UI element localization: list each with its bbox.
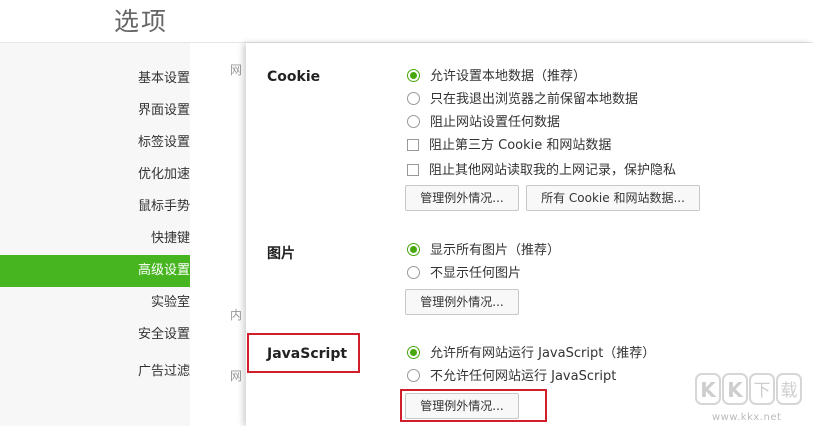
cookie-option-allow[interactable]: 允许设置本地数据（推荐） <box>407 67 586 87</box>
sidebar-item-label: 高级设置 <box>137 263 190 278</box>
background-text-fragment: 网 <box>230 63 243 77</box>
checkbox-icon[interactable] <box>407 138 419 151</box>
images-section-title: 图片 <box>267 246 295 262</box>
option-label: 允许所有网站运行 JavaScript（推荐） <box>430 346 656 361</box>
option-label: 只在我退出浏览器之前保留本地数据 <box>430 92 639 107</box>
radio-icon[interactable] <box>407 115 420 128</box>
sidebar-item-label: 基本设置 <box>137 71 190 86</box>
cookie-manage-exceptions-button[interactable]: 管理例外情况... <box>405 185 519 211</box>
option-label: 显示所有图片（推荐） <box>430 243 561 258</box>
checkbox-icon[interactable] <box>407 163 419 176</box>
content-settings-dialog: Cookie 允许设置本地数据（推荐） 只在我退出浏览器之前保留本地数据 阻止网… <box>246 43 813 426</box>
sidebar-item-label: 标签设置 <box>137 135 190 150</box>
images-option-show-all[interactable]: 显示所有图片（推荐） <box>407 241 560 261</box>
sidebar-item-label: 优化加速 <box>137 167 190 182</box>
sidebar-item-advanced[interactable]: 高级设置 <box>0 255 190 287</box>
sidebar-item-lab[interactable]: 实验室 <box>0 287 190 319</box>
cookie-block-history-checkbox[interactable]: 阻止其他网站读取我的上网记录，保护隐私 <box>407 161 676 181</box>
all-cookies-button[interactable]: 所有 Cookie 和网站数据... <box>526 185 700 211</box>
option-label: 不显示任何图片 <box>430 266 522 281</box>
cookie-option-block[interactable]: 阻止网站设置任何数据 <box>407 113 560 133</box>
cookie-option-session-only[interactable]: 只在我退出浏览器之前保留本地数据 <box>407 90 638 110</box>
sidebar-item-label: 界面设置 <box>137 103 190 118</box>
background-text-fragment: 内 <box>230 308 243 322</box>
radio-selected-icon[interactable] <box>407 346 420 359</box>
javascript-option-allow[interactable]: 允许所有网站运行 JavaScript（推荐） <box>407 344 655 364</box>
option-label: 阻止网站设置任何数据 <box>430 115 561 130</box>
option-label: 不允许任何网站运行 JavaScript <box>430 369 617 384</box>
javascript-section-title: JavaScript <box>267 346 348 362</box>
radio-icon[interactable] <box>407 369 420 382</box>
svg-text:K: K <box>700 378 717 402</box>
sidebar-item-label: 鼠标手势 <box>137 199 190 214</box>
option-label: 允许设置本地数据（推荐） <box>430 69 587 84</box>
radio-selected-icon[interactable] <box>407 69 420 82</box>
option-label: 阻止其他网站读取我的上网记录，保护隐私 <box>429 163 677 178</box>
sidebar-item-optimize[interactable]: 优化加速 <box>0 159 190 191</box>
background-text-fragment: 网 <box>230 369 243 383</box>
cookie-block-third-party-checkbox[interactable]: 阻止第三方 Cookie 和网站数据 <box>407 136 611 156</box>
watermark-url: www.kkx.net <box>712 412 782 423</box>
javascript-option-block[interactable]: 不允许任何网站运行 JavaScript <box>407 367 616 387</box>
radio-icon[interactable] <box>407 266 420 279</box>
sidebar-item-adblock[interactable]: 广告过滤 <box>0 356 190 388</box>
javascript-button-highlight <box>400 389 547 422</box>
sidebar-item-label: 实验室 <box>150 295 190 310</box>
sidebar-item-label: 快捷键 <box>150 231 190 246</box>
sidebar-item-security[interactable]: 安全设置 <box>0 319 190 351</box>
images-option-show-none[interactable]: 不显示任何图片 <box>407 264 521 284</box>
sidebar-item-label: 安全设置 <box>137 327 190 342</box>
sidebar-item-shortcuts[interactable]: 快捷键 <box>0 223 190 255</box>
radio-selected-icon[interactable] <box>407 243 420 256</box>
images-manage-exceptions-button[interactable]: 管理例外情况... <box>405 289 519 315</box>
svg-text:下: 下 <box>754 381 771 401</box>
sidebar: 基本设置 界面设置 标签设置 优化加速 鼠标手势 快捷键 高级设置 实验室 安全… <box>0 43 190 426</box>
sidebar-item-label: 广告过滤 <box>137 364 190 379</box>
page-title: 选项 <box>114 7 169 36</box>
svg-text:K: K <box>727 378 744 402</box>
sidebar-item-tabs[interactable]: 标签设置 <box>0 127 190 159</box>
radio-icon[interactable] <box>407 92 420 105</box>
kk-download-watermark-logo: K K 下 载 <box>695 373 802 405</box>
svg-text:载: 载 <box>781 381 798 401</box>
sidebar-item-basic[interactable]: 基本设置 <box>0 63 190 95</box>
cookie-section-title: Cookie <box>267 69 321 85</box>
option-label: 阻止第三方 Cookie 和网站数据 <box>429 138 612 153</box>
sidebar-item-mouse-gestures[interactable]: 鼠标手势 <box>0 191 190 223</box>
sidebar-item-interface[interactable]: 界面设置 <box>0 95 190 127</box>
